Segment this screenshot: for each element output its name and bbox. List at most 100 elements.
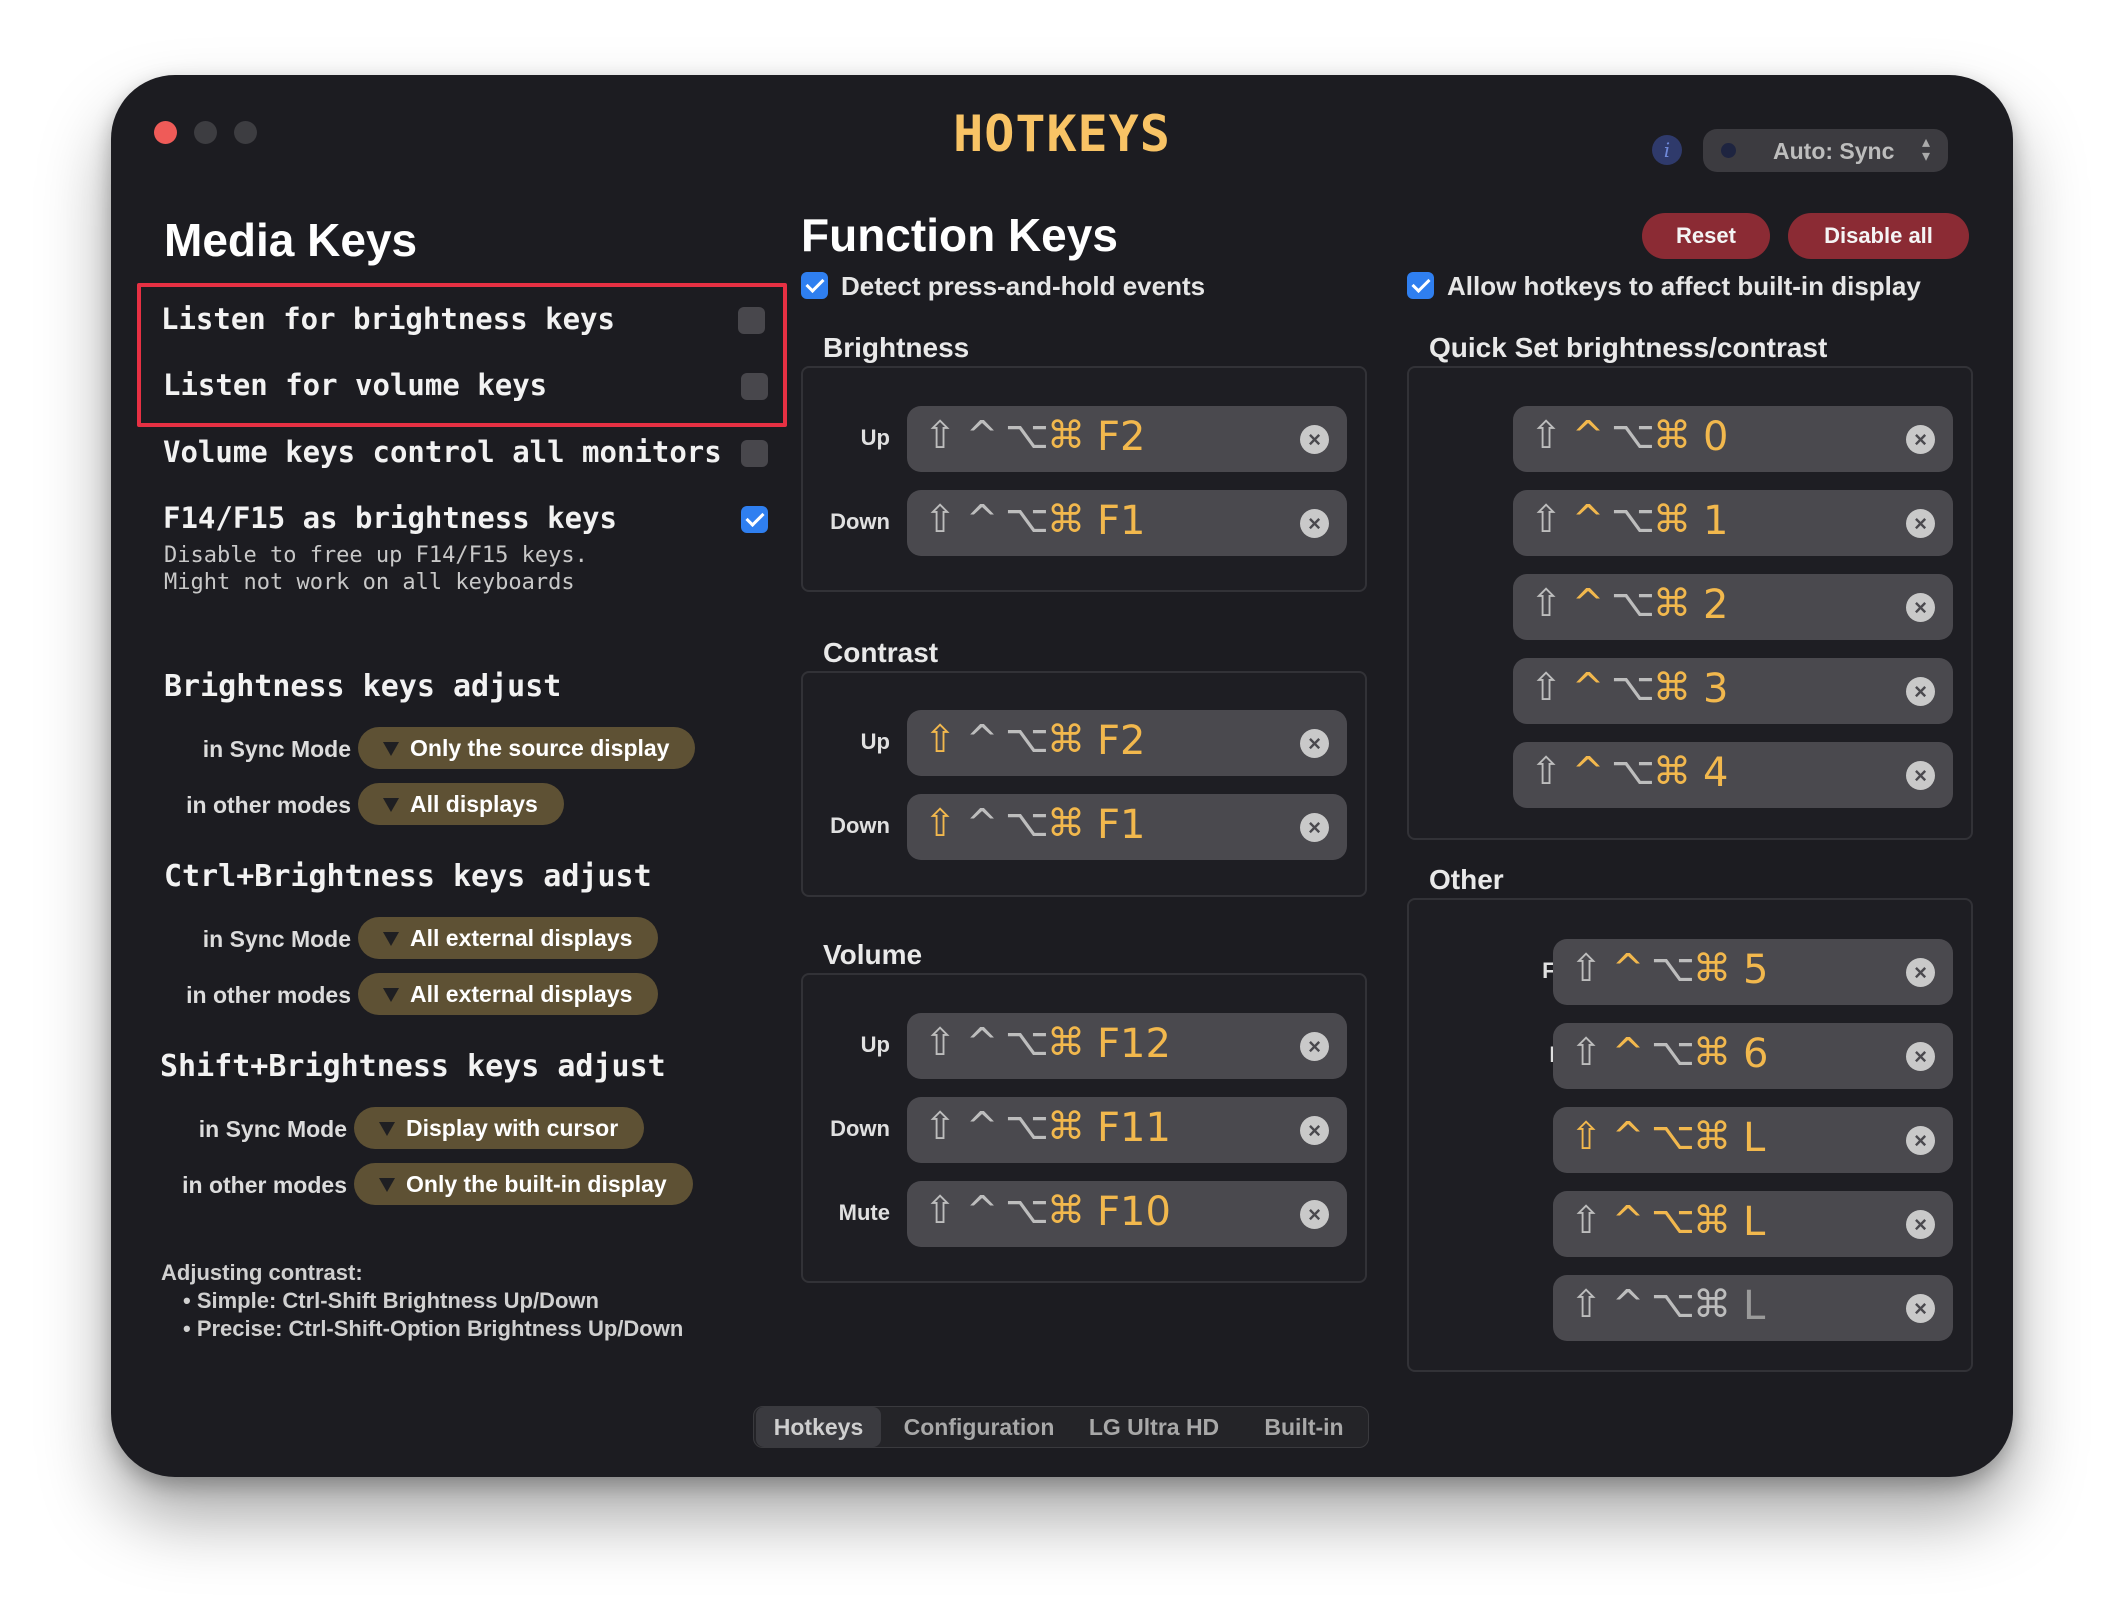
option-icon: ⌥: [1611, 665, 1655, 709]
volume-up-hotkey[interactable]: ⇧ ^ ⌥ ⌘ F12 ×: [907, 1013, 1347, 1079]
command-icon: ⌘: [1047, 1104, 1085, 1148]
modifier-keys: ⇧ ^ ⌥ ⌘: [1527, 413, 1691, 457]
clear-icon[interactable]: ×: [1906, 425, 1935, 454]
hotkey-key: 1: [1703, 498, 1729, 544]
shift-other-modes-popup[interactable]: Only the built-in display: [354, 1163, 693, 1205]
shift-icon: ⇧: [924, 717, 956, 761]
brightness-sync-mode-popup[interactable]: Only the source display: [358, 727, 696, 769]
clear-icon[interactable]: ×: [1300, 729, 1329, 758]
contrast-down-hotkey[interactable]: ⇧ ^ ⌥ ⌘ F1 ×: [907, 794, 1347, 860]
facelight-hotkey[interactable]: ⇧ ^ ⌥ ⌘ 5 ×: [1553, 939, 1953, 1005]
command-icon: ⌘: [1047, 801, 1085, 845]
shift-icon: ⇧: [1530, 581, 1562, 625]
contrast-up-hotkey[interactable]: ⇧ ^ ⌥ ⌘ F2 ×: [907, 710, 1347, 776]
clear-icon[interactable]: ×: [1300, 1200, 1329, 1229]
detect-hold-checkbox[interactable]: [801, 272, 828, 299]
shift-sync-mode-popup[interactable]: Display with cursor: [354, 1107, 645, 1149]
control-icon: ^: [966, 497, 998, 541]
blackout-hotkey[interactable]: ⇧ ^ ⌥ ⌘ 6 ×: [1553, 1023, 1953, 1089]
clear-icon[interactable]: ×: [1300, 813, 1329, 842]
clear-icon[interactable]: ×: [1906, 1042, 1935, 1071]
quick-set-75-hotkey[interactable]: ⇧ ^ ⌥ ⌘ 3 ×: [1513, 658, 1953, 724]
hotkey-key: 6: [1743, 1031, 1769, 1077]
brightness-down-hotkey[interactable]: ⇧ ^ ⌥ ⌘ F1 ×: [907, 490, 1347, 556]
clear-icon[interactable]: ×: [1906, 593, 1935, 622]
hotkey-key: F1: [1097, 498, 1146, 544]
footnote-line-simple: • Simple: Ctrl-Shift Brightness Up/Down: [183, 1288, 599, 1313]
reset-button[interactable]: Reset: [1642, 213, 1770, 259]
quick-set-25-hotkey[interactable]: ⇧ ^ ⌥ ⌘ 1 ×: [1513, 490, 1953, 556]
command-icon: ⌘: [1047, 1020, 1085, 1064]
clear-icon[interactable]: ×: [1906, 677, 1935, 706]
shift-icon: ⇧: [924, 801, 956, 845]
tab-lg-ultra-hd[interactable]: LG Ultra HD: [1074, 1407, 1234, 1447]
clear-icon[interactable]: ×: [1906, 1210, 1935, 1239]
clear-icon[interactable]: ×: [1300, 1032, 1329, 1061]
clear-icon[interactable]: ×: [1300, 1116, 1329, 1145]
option-icon: ⌥: [1005, 413, 1049, 457]
contrast-panel: [801, 671, 1367, 897]
ctrl-sync-mode-popup[interactable]: All external displays: [358, 917, 659, 959]
quick-set-0-hotkey[interactable]: ⇧ ^ ⌥ ⌘ 0 ×: [1513, 406, 1953, 472]
settings-hotkey[interactable]: ⇧ ^ ⌥ ⌘ L ×: [1553, 1107, 1953, 1173]
f14-f15-checkbox[interactable]: [741, 506, 768, 533]
command-icon: ⌘: [1653, 413, 1691, 457]
modifier-keys: ⇧ ^ ⌥ ⌘: [921, 717, 1085, 761]
shift-icon: ⇧: [1570, 1030, 1602, 1074]
volume-down-hotkey[interactable]: ⇧ ^ ⌥ ⌘ F11 ×: [907, 1097, 1347, 1163]
quick-set-100-hotkey[interactable]: ⇧ ^ ⌥ ⌘ 4 ×: [1513, 742, 1953, 808]
toggle-hotkey[interactable]: ⇧ ^ ⌥ ⌘ L ×: [1553, 1191, 1953, 1257]
listen-volume-checkbox[interactable]: [741, 373, 768, 400]
quick-set-section-title: Quick Set brightness/contrast: [1429, 332, 1828, 363]
bottom-tab-bar: Hotkeys Configuration LG Ultra HD Built-…: [753, 1406, 1369, 1448]
allow-builtin-label: Allow hotkeys to affect built-in display: [1447, 271, 1921, 301]
restart-hotkey[interactable]: ⇧ ^ ⌥ ⌘ L ×: [1553, 1275, 1953, 1341]
control-icon: ^: [1572, 497, 1604, 541]
option-icon: ⌥: [1005, 1020, 1049, 1064]
disable-all-button[interactable]: Disable all: [1788, 213, 1969, 259]
control-icon: ^: [1612, 1198, 1644, 1242]
volume-mute-hotkey[interactable]: ⇧ ^ ⌥ ⌘ F10 ×: [907, 1181, 1347, 1247]
modifier-keys: ⇧ ^ ⌥ ⌘: [1567, 1198, 1731, 1242]
modifier-keys: ⇧ ^ ⌥ ⌘: [921, 413, 1085, 457]
control-icon: ^: [966, 1020, 998, 1064]
option-icon: ⌥: [1005, 801, 1049, 845]
option-icon: ⌥: [1651, 1030, 1695, 1074]
modifier-keys: ⇧ ^ ⌥ ⌘: [1527, 497, 1691, 541]
allow-builtin-checkbox[interactable]: [1407, 272, 1434, 299]
hotkey-key: L: [1743, 1283, 1766, 1329]
modifier-keys: ⇧ ^ ⌥ ⌘: [1567, 1030, 1731, 1074]
tab-configuration[interactable]: Configuration: [889, 1407, 1069, 1447]
clear-icon[interactable]: ×: [1300, 509, 1329, 538]
clear-icon[interactable]: ×: [1300, 425, 1329, 454]
ctrl-other-modes-popup[interactable]: All external displays: [358, 973, 659, 1015]
modifier-keys: ⇧ ^ ⌥ ⌘: [921, 497, 1085, 541]
command-icon: ⌘: [1047, 1188, 1085, 1232]
clear-icon[interactable]: ×: [1906, 509, 1935, 538]
footnote-line-precise: • Precise: Ctrl-Shift-Option Brightness …: [183, 1316, 684, 1341]
shift-icon: ⇧: [924, 1188, 956, 1232]
command-icon: ⌘: [1693, 1198, 1731, 1242]
brightness-other-modes-label: in other modes: [186, 792, 351, 818]
sync-mode-select[interactable]: Auto: Sync ▴ ▾: [1703, 129, 1948, 172]
brightness-other-modes-popup[interactable]: All displays: [358, 783, 564, 825]
listen-brightness-checkbox[interactable]: [738, 307, 765, 334]
hotkey-key: F2: [1097, 414, 1146, 460]
brightness-up-hotkey[interactable]: ⇧ ^ ⌥ ⌘ F2 ×: [907, 406, 1347, 472]
option-icon: ⌥: [1651, 946, 1695, 990]
shift-icon: ⇧: [1570, 1198, 1602, 1242]
volume-all-monitors-checkbox[interactable]: [741, 440, 768, 467]
clear-icon[interactable]: ×: [1906, 1294, 1935, 1323]
clear-icon[interactable]: ×: [1906, 958, 1935, 987]
clear-icon[interactable]: ×: [1906, 761, 1935, 790]
tab-hotkeys[interactable]: Hotkeys: [756, 1407, 881, 1447]
hotkey-key: 0: [1703, 414, 1729, 460]
quick-set-50-hotkey[interactable]: ⇧ ^ ⌥ ⌘ 2 ×: [1513, 574, 1953, 640]
hotkey-key: F11: [1097, 1105, 1171, 1151]
other-section-title: Other: [1429, 864, 1504, 895]
control-icon: ^: [1612, 1282, 1644, 1326]
hotkey-key: 4: [1703, 750, 1729, 796]
tab-built-in[interactable]: Built-in: [1244, 1407, 1364, 1447]
info-icon[interactable]: i: [1652, 135, 1682, 165]
clear-icon[interactable]: ×: [1906, 1126, 1935, 1155]
